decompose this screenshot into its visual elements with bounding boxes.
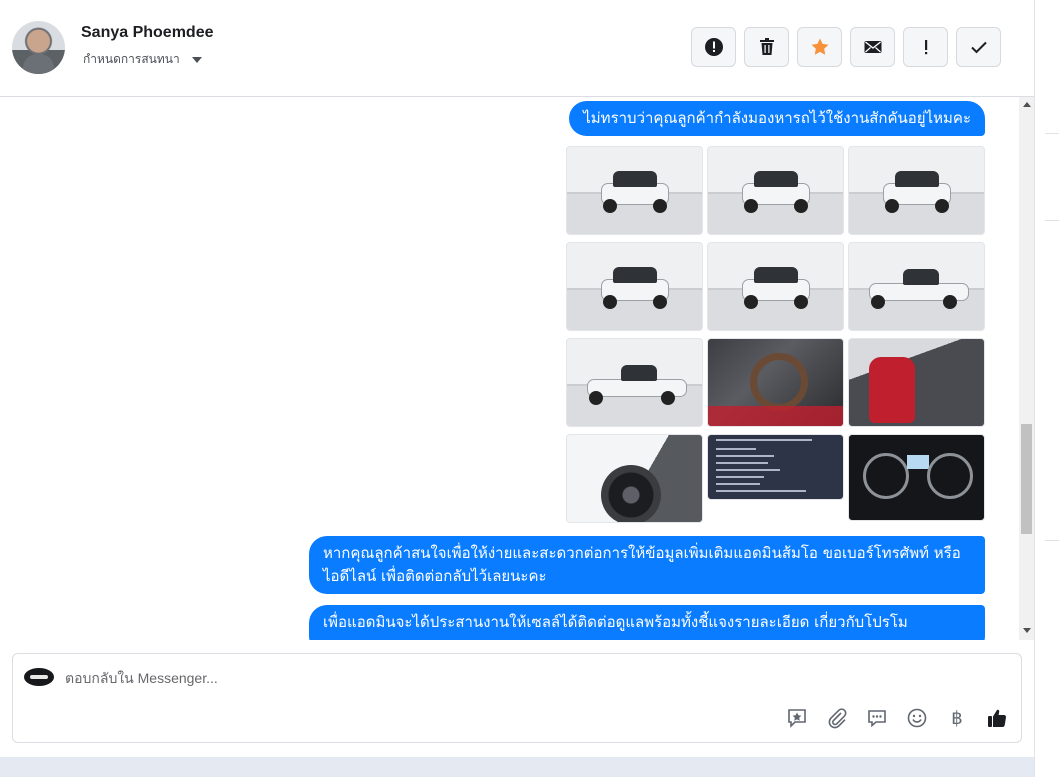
right-side-panel-edge bbox=[1034, 0, 1059, 777]
message-bubble[interactable]: หากคุณลูกค้าสนใจเพื่อให้ง่ายและสะดวกต่อก… bbox=[309, 536, 985, 594]
car-photo-side-right[interactable] bbox=[848, 242, 985, 331]
trash-icon bbox=[759, 38, 774, 55]
check-icon bbox=[970, 41, 987, 54]
bottom-page-edge bbox=[0, 757, 1034, 777]
mark-spam-button[interactable] bbox=[691, 27, 736, 67]
car-photo-side-left[interactable] bbox=[566, 338, 703, 427]
envelope-icon bbox=[864, 41, 881, 53]
message-bubble[interactable]: ไม่ทราบว่าคุณลูกค้ากำลังมองหารถไว้ใช้งาน… bbox=[569, 101, 985, 136]
car-photo-rear[interactable] bbox=[566, 242, 703, 331]
mark-unread-button[interactable] bbox=[850, 27, 895, 67]
caret-down-icon bbox=[191, 56, 202, 63]
alert-circle-icon bbox=[704, 38, 723, 56]
baht-icon: ฿ bbox=[951, 707, 963, 729]
reply-composer: ฿ bbox=[12, 653, 1022, 743]
contact-name[interactable]: Sanya Phoemdee bbox=[81, 24, 214, 42]
chat-bubble-icon bbox=[868, 710, 886, 728]
conversation-settings-label: กำหนดการสนทนา bbox=[83, 52, 180, 66]
page-logo-icon bbox=[24, 668, 54, 686]
thread-scrollbar[interactable] bbox=[1019, 97, 1034, 640]
conversation-toolbar bbox=[691, 27, 1001, 67]
star-button[interactable] bbox=[797, 27, 842, 67]
scroll-down-arrow-icon[interactable] bbox=[1023, 628, 1031, 633]
thumbs-up-icon bbox=[988, 709, 1007, 728]
car-photo-document[interactable] bbox=[707, 434, 844, 500]
composer-tools: ฿ bbox=[785, 706, 1009, 730]
like-button[interactable] bbox=[985, 706, 1009, 730]
scrollbar-thumb[interactable] bbox=[1021, 424, 1032, 534]
payment-button[interactable]: ฿ bbox=[945, 706, 969, 730]
conversation-header: Sanya Phoemdee กำหนดการสนทนา bbox=[0, 0, 1034, 97]
message-thread[interactable]: ไม่ทราบว่าคุณลูกค้ากำลังมองหารถไว้ใช้งาน… bbox=[0, 97, 1019, 640]
attach-file-button[interactable] bbox=[825, 706, 849, 730]
car-photo-rear-side[interactable] bbox=[707, 242, 844, 331]
car-photo-front-angle[interactable] bbox=[707, 146, 844, 235]
car-photo-racing-seat[interactable] bbox=[848, 338, 985, 427]
scroll-up-arrow-icon[interactable] bbox=[1023, 102, 1031, 107]
car-photo-wheel[interactable] bbox=[566, 434, 703, 523]
car-photo-dashboard[interactable] bbox=[848, 434, 985, 521]
exclamation-icon bbox=[924, 40, 927, 55]
paperclip-icon bbox=[828, 708, 847, 729]
avatar[interactable] bbox=[12, 21, 65, 74]
mark-done-button[interactable] bbox=[956, 27, 1001, 67]
conversation-panel: Sanya Phoemdee กำหนดการสนทนา ไม่ทราบว่าค… bbox=[0, 0, 1034, 757]
emoji-icon bbox=[907, 708, 927, 728]
app-shell: Sanya Phoemdee กำหนดการสนทนา ไม่ทราบว่าค… bbox=[0, 0, 1059, 777]
star-icon bbox=[811, 38, 828, 55]
emoji-button[interactable] bbox=[905, 706, 929, 730]
car-photo-front[interactable] bbox=[566, 146, 703, 235]
car-photo-steering-wheel[interactable] bbox=[707, 338, 844, 427]
reply-input[interactable] bbox=[65, 667, 765, 689]
conversation-settings-dropdown[interactable]: กำหนดการสนทนา bbox=[83, 50, 202, 69]
delete-button[interactable] bbox=[744, 27, 789, 67]
saved-reply-icon bbox=[788, 709, 806, 728]
quick-replies-button[interactable] bbox=[865, 706, 889, 730]
saved-reply-button[interactable] bbox=[785, 706, 809, 730]
message-bubble[interactable]: เพื่อแอดมินจะได้ประสานงานให้เซลล์ได้ติดต… bbox=[309, 605, 985, 640]
follow-up-button[interactable] bbox=[903, 27, 948, 67]
car-photo-rear-angle[interactable] bbox=[848, 146, 985, 235]
